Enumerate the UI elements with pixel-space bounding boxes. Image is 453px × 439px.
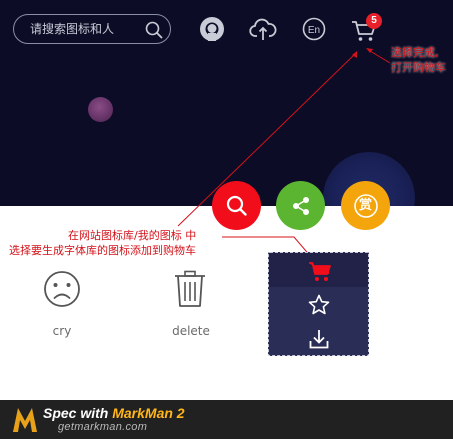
download-icon[interactable] xyxy=(309,329,329,349)
share-icon xyxy=(291,196,311,216)
markman-footer: Spec with MarkMan 2 getmarkman.com xyxy=(0,400,453,439)
share-action-button[interactable] xyxy=(276,181,325,230)
star-icon[interactable] xyxy=(308,294,330,316)
cart-add-icon[interactable] xyxy=(308,261,332,283)
markman-logo-icon xyxy=(11,405,39,435)
reward-action-button[interactable]: 赏 xyxy=(341,181,390,230)
icon-tile-cry[interactable] xyxy=(43,270,81,308)
icon-hover-popup xyxy=(268,252,369,356)
search-icon xyxy=(226,195,248,217)
footer-brand: MarkMan 2 xyxy=(112,405,185,421)
footer-title: Spec with MarkMan 2 xyxy=(43,405,185,421)
icon-label-delete: delete xyxy=(172,324,210,338)
cry-face-icon xyxy=(43,270,81,308)
add-note-line1: 在网站图标库/我的图标 中 xyxy=(68,229,197,242)
cart-note-line1: 选择完成, xyxy=(391,46,439,59)
search-action-button[interactable] xyxy=(212,181,261,230)
icon-label-cry: cry xyxy=(52,324,72,338)
add-note-line2: 选择要生成字体库的图标添加到购物车 xyxy=(9,244,196,257)
footer-title-prefix: Spec with xyxy=(43,405,113,421)
footer-url: getmarkman.com xyxy=(58,421,148,433)
icon-tile-delete[interactable] xyxy=(174,270,206,308)
cart-note-line2: 打开购物车 xyxy=(391,61,446,74)
trash-icon xyxy=(174,270,206,308)
reward-label: 赏 xyxy=(358,198,372,213)
